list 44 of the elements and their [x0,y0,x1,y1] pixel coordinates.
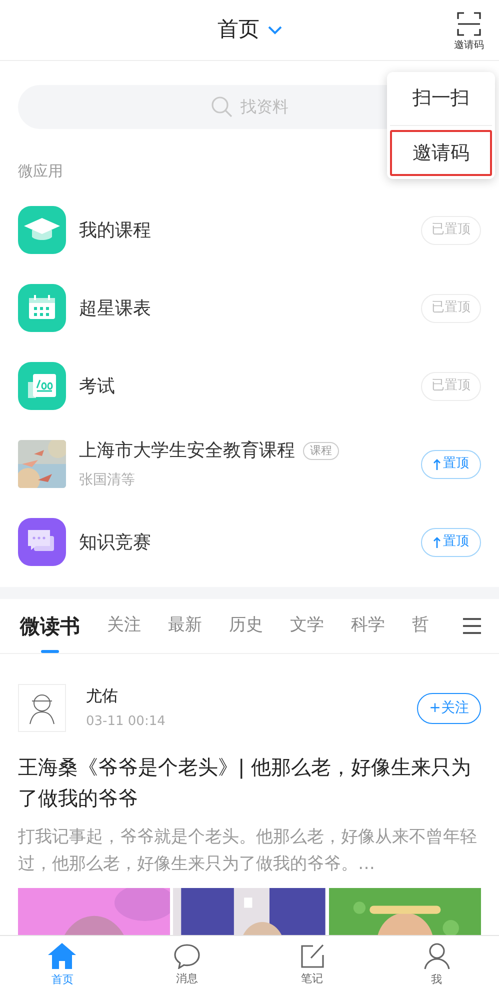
tag-label: 课程 [303,442,339,460]
nav-tab[interactable]: 消息 [124,936,250,995]
edit-icon [298,943,325,970]
tab[interactable]: 微读书 [20,599,80,653]
section-title: 微应用 [18,162,63,180]
action-label[interactable]: 邀请码 [454,38,484,53]
chevron-down-icon[interactable] [268,26,282,34]
author-name[interactable]: 尤佑 [86,684,397,708]
search-placeholder: 找资料 [240,96,288,118]
graduation-cap-icon[interactable] [18,206,66,254]
menu-icon[interactable] [463,618,481,634]
tab[interactable]: 关注 [107,599,141,653]
tab[interactable]: 历史 [229,599,263,653]
chat-bubble-icon [173,943,202,970]
app-name[interactable]: 我的课程 [79,216,151,244]
pin-button[interactable]: 置顶 [421,528,481,556]
tab[interactable]: 文学 [290,599,324,653]
app-name[interactable]: 上海市大学生安全教育课程 [79,437,295,464]
page-title[interactable]: 首页 [218,14,260,46]
post-time: 03-11 00:14 [86,713,166,732]
home-icon [47,942,78,970]
chat-bubbles-icon[interactable] [18,518,66,566]
post-summary: 打我记事起，爷爷就是个老头。他那么老，好像从来不曾年轻过，他那么老，好像生来只为了做我的爷爷。… [18,826,478,876]
app-subtitle: 张国清等 [79,471,136,490]
search-icon [210,96,232,118]
app-name[interactable]: 知识竞赛 [79,528,151,556]
tab[interactable]: 最新 [168,599,202,653]
arrow-up-icon [433,536,441,548]
tab[interactable]: 科学 [351,599,385,653]
nav-tab[interactable]: 首页 [0,936,125,995]
nav-tab[interactable]: 笔记 [250,936,374,995]
app-name[interactable]: 超星课表 [79,294,151,322]
follow-button[interactable]: +关注 [417,692,481,724]
scan-icon[interactable] [457,12,481,36]
menu-item[interactable]: 邀请码 [390,130,492,176]
tab[interactable]: 哲 [412,599,429,653]
calendar-icon[interactable] [18,284,66,332]
arrow-up-icon [433,458,441,470]
nav-tab[interactable]: 我 [374,936,499,995]
person-icon [424,942,450,970]
app-name[interactable]: 考试 [79,372,115,400]
post-title[interactable]: 王海桑《爷爷是个老头》| 他那么老，好像生来只为了做我的爷爷 [18,752,481,814]
pin-button[interactable]: 置顶 [421,450,481,478]
exam-paper-icon[interactable] [18,362,66,410]
